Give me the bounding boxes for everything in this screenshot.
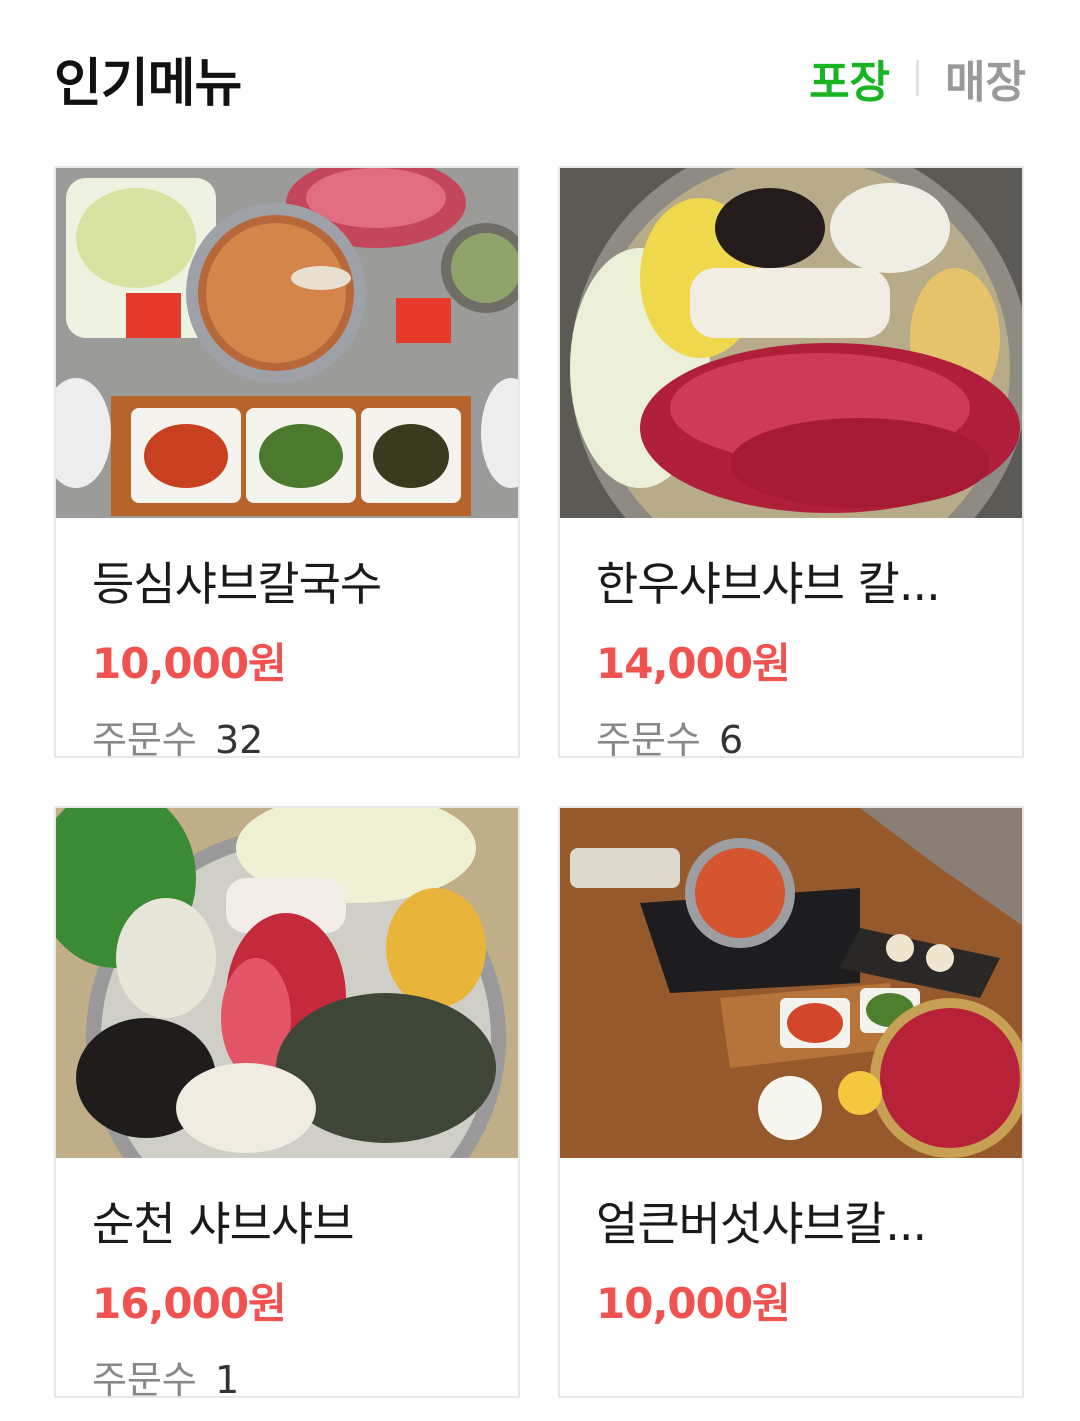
tab-divider	[916, 60, 920, 96]
menu-price: 10,000원	[92, 639, 287, 688]
order-count-value: 32	[214, 718, 264, 762]
menu-name: 한우샤브샤브 칼...	[596, 557, 941, 611]
menu-image	[56, 808, 518, 1158]
order-count-value: 1	[214, 1358, 240, 1402]
order-count: 주문수 32	[92, 709, 482, 764]
menu-price: 16,000원	[92, 1279, 287, 1328]
menu-card[interactable]: 순천 샤브샤브 16,000원 주문수 1	[54, 806, 520, 1402]
order-type-toggle: 포장 매장	[809, 46, 1026, 110]
menu-price: 14,000원	[596, 639, 791, 688]
order-count: 주문수 1	[92, 1349, 482, 1404]
menu-image	[56, 168, 518, 518]
tab-dine-in[interactable]: 매장	[945, 46, 1026, 110]
menu-card[interactable]: 얼큰버섯샤브칼... 10,000원	[558, 806, 1024, 1398]
menu-name: 등심샤브칼국수	[92, 557, 382, 611]
order-count-value: 6	[718, 718, 744, 762]
order-count-label: 주문수	[596, 718, 701, 762]
section-title: 인기메뉴	[54, 53, 242, 114]
order-count: 주문수 6	[596, 709, 986, 764]
menu-price: 10,000원	[596, 1279, 791, 1328]
order-count-label: 주문수	[92, 718, 197, 762]
order-count-label: 주문수	[92, 1358, 197, 1402]
menu-image	[560, 808, 1022, 1158]
menu-card[interactable]: 한우샤브샤브 칼... 14,000원 주문수 6	[558, 166, 1024, 762]
tab-takeout[interactable]: 포장	[809, 46, 890, 110]
menu-image	[560, 168, 1022, 518]
menu-card[interactable]: 등심샤브칼국수 10,000원 주문수 32	[54, 166, 520, 762]
menu-name: 순천 샤브샤브	[92, 1197, 355, 1251]
menu-name: 얼큰버섯샤브칼...	[596, 1197, 927, 1251]
section-header: 인기메뉴 포장 매장	[54, 40, 1026, 116]
